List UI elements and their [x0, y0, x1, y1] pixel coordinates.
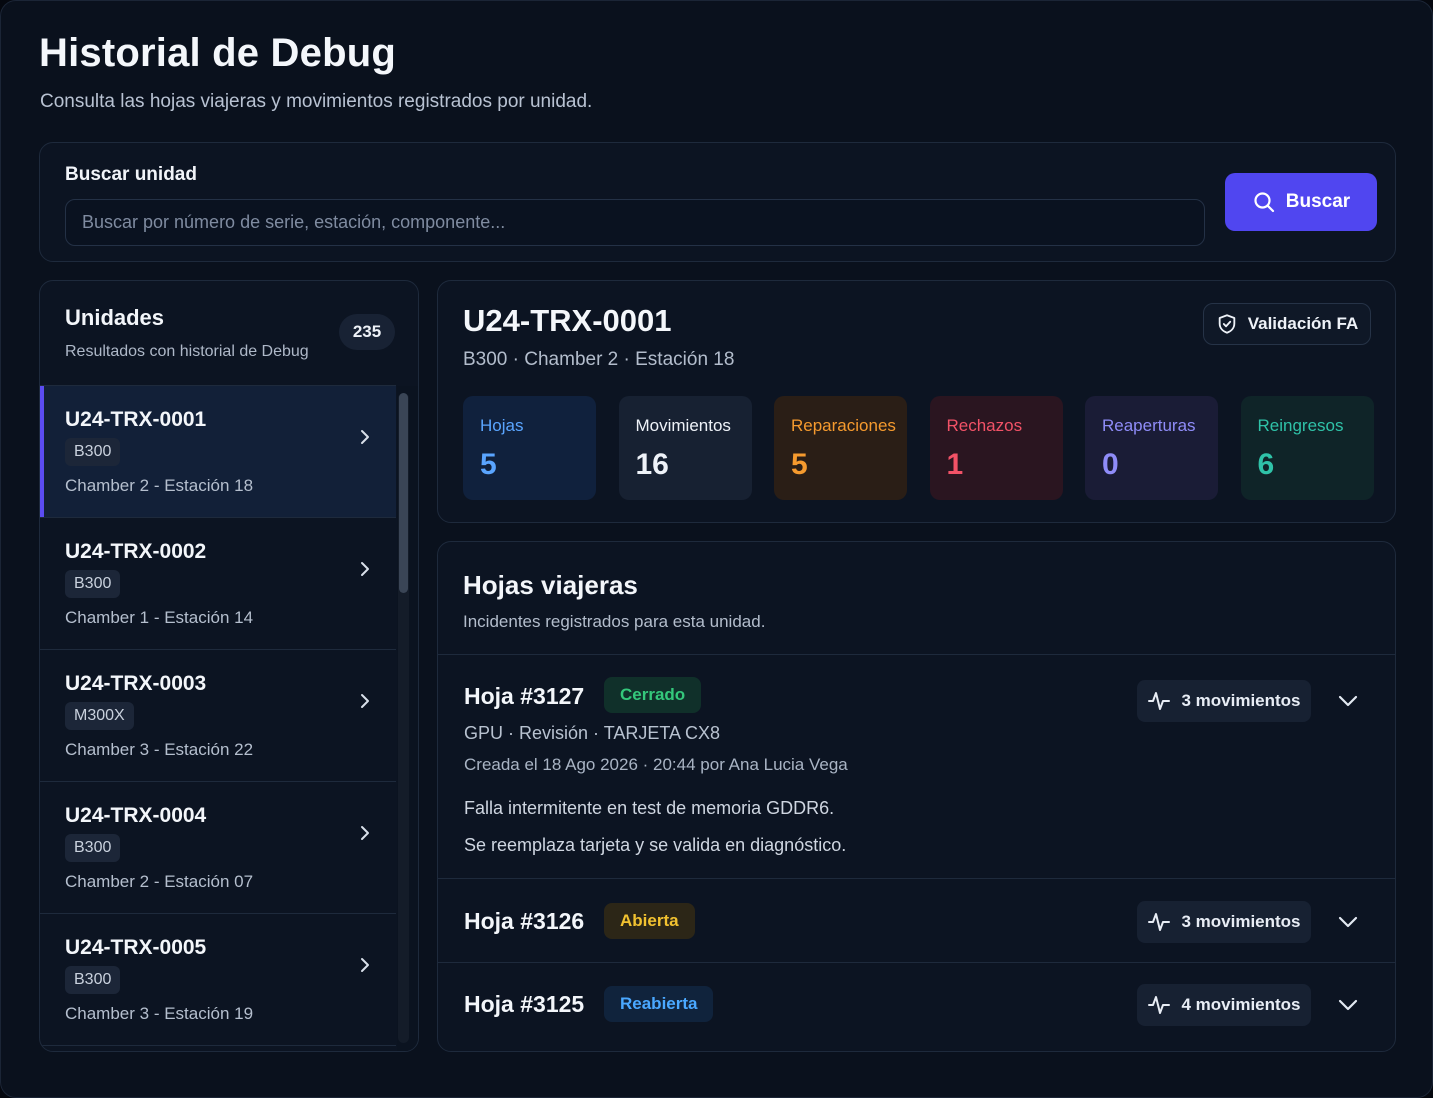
search-input[interactable]	[65, 199, 1205, 246]
unit-name: U24-TRX-0002	[65, 540, 207, 563]
sheet-item-3126[interactable]: Hoja #3126 Abierta 3 movimientos	[438, 878, 1395, 962]
unit-model-tag: B300	[65, 438, 121, 466]
page-title: Historial de Debug	[39, 31, 396, 75]
movements-button[interactable]: 4 movimientos	[1137, 984, 1311, 1026]
units-subtitle: Resultados con historial de Debug	[65, 343, 309, 360]
units-scrollbar-thumb[interactable]	[399, 393, 408, 593]
stat-tile-reingresos: Reingresos 6	[1240, 396, 1374, 500]
unit-detail-card: U24-TRX-0001 B300 · Chamber 2 · Estación…	[437, 280, 1396, 523]
sheet-meta: GPU · Revisión · TARJETA CX8	[464, 723, 721, 743]
units-panel: Unidades Resultados con historial de Deb…	[39, 280, 419, 1052]
chevron-right-icon	[361, 958, 369, 972]
sheet-description: Falla intermitente en test de memoria GD…	[464, 798, 835, 818]
movements-label: 3 movimientos	[1181, 691, 1301, 710]
sheet-item-3125[interactable]: Hoja #3125 Reabierta 4 movimientos	[438, 962, 1395, 1051]
search-card: Buscar unidad Buscar	[39, 142, 1396, 262]
stat-label: Rechazos	[946, 416, 1023, 435]
chevron-right-icon	[361, 562, 369, 576]
unit-item-u24-trx-0001[interactable]: U24-TRX-0001 B300 Chamber 2 - Estación 1…	[40, 386, 396, 518]
travel-sheets-subtitle: Incidentes registrados para esta unidad.	[463, 612, 766, 631]
unit-name: U24-TRX-0005	[65, 936, 207, 959]
debug-history-app: Historial de Debug Consulta las hojas vi…	[0, 0, 1433, 1098]
unit-detail-title: U24-TRX-0001	[463, 303, 672, 338]
units-list: U24-TRX-0001 B300 Chamber 2 - Estación 1…	[40, 385, 396, 1051]
unit-model-tag: B300	[65, 834, 121, 862]
unit-item-u24-trx-0003[interactable]: U24-TRX-0003 M300X Chamber 3 - Estación …	[40, 650, 396, 782]
chevron-down-icon[interactable]	[1337, 911, 1359, 933]
search-icon	[1254, 192, 1274, 213]
stat-value: 6	[1257, 448, 1275, 481]
stat-tile-hojas: Hojas 5	[463, 396, 596, 500]
stat-label: Movimientos	[635, 416, 731, 435]
unit-item-u24-trx-0004[interactable]: U24-TRX-0004 B300 Chamber 2 - Estación 0…	[40, 782, 396, 914]
units-count-badge: 235	[339, 314, 395, 350]
sheet-resolution: Se reemplaza tarjeta y se valida en diag…	[464, 835, 847, 855]
stat-value: 5	[791, 448, 808, 481]
units-title: Unidades	[65, 305, 165, 330]
fa-validation-label: Validación FA	[1247, 314, 1359, 333]
stat-value: 0	[1102, 448, 1119, 481]
unit-model-tag: M300X	[65, 702, 134, 730]
movements-button[interactable]: 3 movimientos	[1137, 901, 1311, 943]
sheet-created: Creada el 18 Ago 2026 · 20:44 por Ana Lu…	[464, 755, 848, 774]
unit-model-tag: B300	[65, 966, 121, 994]
unit-location: Chamber 1 - Estación 14	[65, 608, 254, 627]
activity-icon	[1148, 692, 1171, 710]
status-badge: Abierta	[604, 903, 695, 939]
movements-label: 4 movimientos	[1181, 995, 1301, 1014]
unit-model-tag: B300	[65, 570, 121, 598]
search-label: Buscar unidad	[65, 164, 197, 185]
chevron-down-icon[interactable]	[1337, 994, 1359, 1016]
shield-check-icon	[1218, 314, 1235, 334]
stat-value: 1	[946, 448, 964, 481]
stat-label: Reaperturas	[1102, 416, 1196, 435]
stat-label: Hojas	[480, 416, 524, 435]
search-button-label: Buscar	[1285, 191, 1351, 212]
status-badge: Cerrado	[604, 677, 702, 713]
movements-button[interactable]: 3 movimientos	[1137, 680, 1311, 722]
unit-location: Chamber 2 - Estación 07	[65, 872, 254, 891]
unit-location: Chamber 3 - Estación 19	[65, 1004, 254, 1023]
sheet-item-3127: Hoja #3127 Cerrado 3 movimientos GPU · R…	[438, 654, 1395, 878]
travel-sheets-title: Hojas viajeras	[463, 570, 638, 600]
unit-location: Chamber 2 - Estación 18	[65, 476, 254, 495]
unit-name: U24-TRX-0004	[65, 804, 207, 827]
fa-validation-button[interactable]: Validación FA	[1203, 303, 1371, 345]
chevron-right-icon	[361, 694, 369, 708]
travel-sheets-card: Hojas viajeras Incidentes registrados pa…	[437, 541, 1396, 1052]
sheet-title: Hoja #3127	[464, 683, 585, 709]
page-subtitle: Consulta las hojas viajeras y movimiento…	[40, 91, 593, 112]
chevron-right-icon	[361, 826, 369, 840]
stat-tile-reaperturas: Reaperturas 0	[1085, 396, 1218, 500]
movements-label: 3 movimientos	[1181, 912, 1301, 931]
stat-tile-rechazos: Rechazos 1	[929, 396, 1063, 500]
chevron-up-icon[interactable]	[1337, 690, 1359, 712]
stat-tile-movimientos: Movimientos 16	[618, 396, 752, 500]
stat-value: 16	[635, 448, 669, 481]
unit-location: Chamber 3 - Estación 22	[65, 740, 254, 759]
activity-icon	[1148, 996, 1171, 1014]
unit-item-u24-trx-0002[interactable]: U24-TRX-0002 B300 Chamber 1 - Estación 1…	[40, 518, 396, 650]
unit-name: U24-TRX-0003	[65, 672, 207, 695]
sheet-title: Hoja #3125	[464, 991, 585, 1017]
sheet-title: Hoja #3126	[464, 908, 585, 934]
search-button[interactable]: Buscar	[1225, 173, 1377, 231]
unit-item-u24-trx-0005[interactable]: U24-TRX-0005 B300 Chamber 3 - Estación 1…	[40, 914, 396, 1046]
unit-name: U24-TRX-0001	[65, 408, 207, 431]
activity-icon	[1148, 913, 1171, 931]
stat-value: 5	[480, 448, 497, 481]
chevron-right-icon	[361, 430, 369, 444]
stat-tile-reparaciones: Reparaciones 5	[774, 396, 907, 500]
unit-detail-meta: B300 · Chamber 2 · Estación 18	[463, 349, 735, 370]
status-badge: Reabierta	[604, 986, 714, 1022]
stat-label: Reparaciones	[791, 416, 896, 435]
stat-label: Reingresos	[1257, 416, 1344, 435]
